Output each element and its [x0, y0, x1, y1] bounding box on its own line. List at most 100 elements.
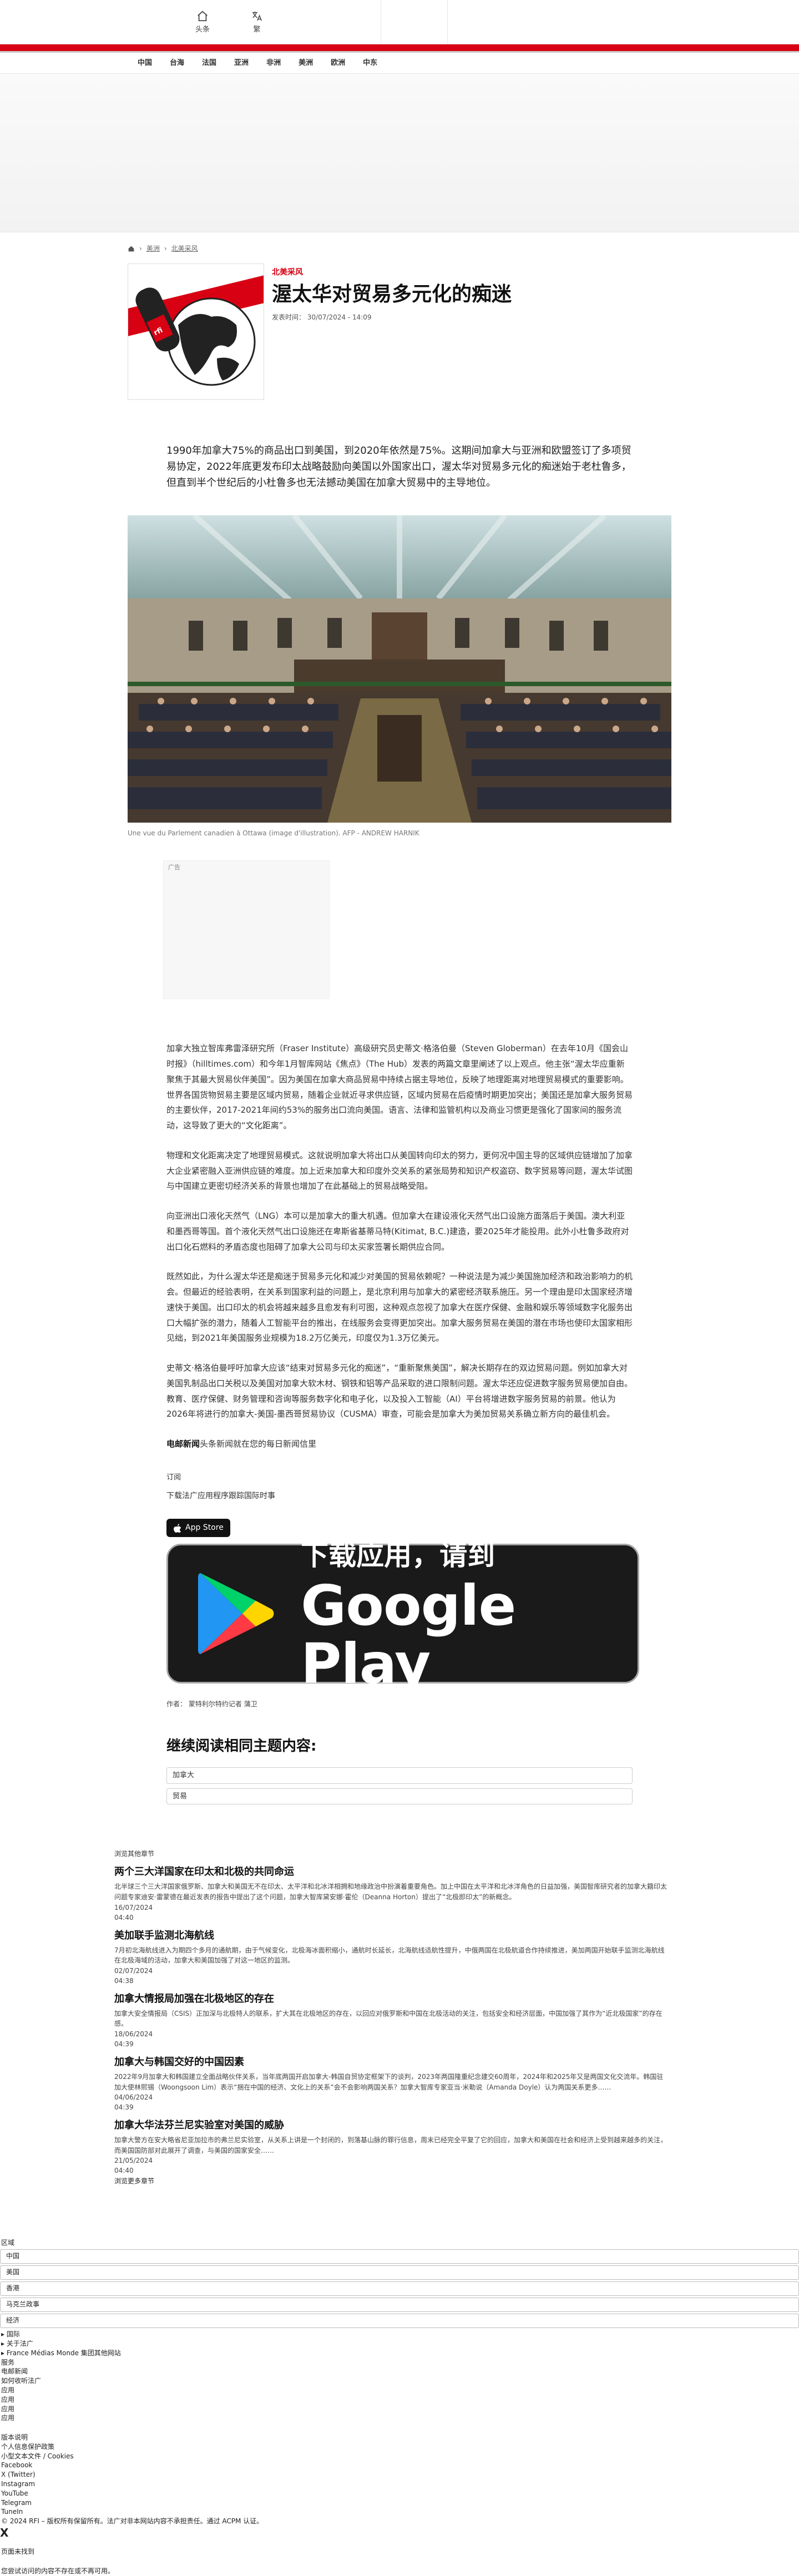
breadcrumb-link[interactable]: 北美采风	[171, 244, 198, 253]
footer-region-link[interactable]: 马克兰政事	[0, 2298, 799, 2313]
list-item-summary: 加拿大安全情报局（CSIS）正加深与北极特人的联系，扩大其在北极地区的存在，以回…	[114, 2009, 663, 2028]
top-ad-banner	[0, 74, 799, 232]
section-nav-item[interactable]: 亚洲	[225, 58, 257, 69]
ad-label: 广告	[168, 864, 180, 871]
footer-social-instagram[interactable]: Instagram	[0, 2479, 799, 2489]
more-heading: 浏览其他章节	[114, 1850, 155, 1858]
footer-social-telegram[interactable]: Telegram	[0, 2498, 799, 2508]
apple-icon	[174, 1523, 181, 1533]
article-figure: Une vue du Parlement canadien à Ottawa (…	[128, 515, 671, 838]
list-item-title[interactable]: 加拿大与韩国交好的中国因素	[114, 2055, 669, 2070]
list-item-time: 04:40	[114, 1913, 134, 1921]
list-item[interactable]: 加拿大情报局加强在北极地区的存在 加拿大安全情报局（CSIS）正加深与北极特人的…	[114, 1991, 669, 2049]
more-episodes-link[interactable]: 浏览更多章节	[114, 2177, 154, 2185]
breadcrumb: › 美洲 › 北美采风	[128, 232, 671, 253]
close-icon[interactable]: X	[0, 2526, 799, 2539]
footer-link[interactable]: 服务	[0, 2358, 799, 2367]
nav-traditional-label: 繁	[253, 26, 261, 34]
section-nav-item[interactable]: 法国	[193, 58, 225, 69]
topic-tags: 加拿大 贸易	[166, 1767, 633, 1805]
related-heading: 继续阅读相同主题内容:	[166, 1738, 317, 1755]
paragraph: 既然如此，为什么渥太华还是痴迷于贸易多元化和减少对美国的贸易依赖呢？一种说法是为…	[166, 1271, 633, 1343]
list-item-summary: 北半球三个三大洋国家俄罗斯、加拿大和美国无不在印太、太平洋和北冰洋相拥和地缘政治…	[114, 1883, 667, 1901]
inline-ad[interactable]: 广告	[163, 860, 330, 1000]
footer-link[interactable]: ▸ 国际	[0, 2330, 799, 2339]
footer-link[interactable]: ▸ France Médias Monde 集团其他网站	[0, 2349, 799, 2358]
footer-link[interactable]: 应用	[0, 2386, 799, 2395]
footer-social-youtube[interactable]: YouTube	[0, 2489, 799, 2498]
app-store-button[interactable]: App Store	[166, 1519, 230, 1538]
article-kicker[interactable]: 北美采风	[272, 267, 512, 278]
list-item-title[interactable]: 加拿大华法芬兰尼实验室对美国的威胁	[114, 2118, 669, 2133]
list-item[interactable]: 美加联手监测北海航线 7月初北海航线进入为期四个多月的通航期，由于气候变化，北极…	[114, 1928, 669, 1986]
footer-spacer	[0, 2557, 799, 2567]
nav-home-label: 头条	[195, 26, 210, 34]
newsletter-text: 头条新闻就在您的每日新闻信里	[200, 1439, 317, 1449]
list-item-time: 04:39	[114, 2040, 134, 2048]
section-nav-item[interactable]: 非洲	[257, 58, 290, 69]
translate-icon	[252, 11, 262, 21]
footer-region-link[interactable]: 经济	[0, 2314, 799, 2329]
section-nav-item[interactable]: 欧洲	[322, 58, 354, 69]
list-item-title[interactable]: 两个三大洋国家在印太和北极的共同命运	[114, 1864, 669, 1879]
footer-legal[interactable]: 个人信息保护政策	[0, 2442, 799, 2452]
photo-caption: Une vue du Parlement canadien à Ottawa (…	[128, 829, 419, 838]
nav-home[interactable]: 头条	[189, 10, 216, 36]
home-icon[interactable]	[128, 245, 135, 252]
footer-region-link[interactable]: 香港	[0, 2281, 799, 2296]
section-nav-item[interactable]: 台海	[161, 58, 193, 69]
footer-link[interactable]: 应用	[0, 2405, 799, 2414]
nav-traditional[interactable]: 繁	[243, 10, 271, 36]
section-nav-item[interactable]: 中国	[129, 58, 161, 69]
article-body: 加拿大独立智库弗雷泽研究所（Fraser Institute）高级研究员史蒂文·…	[166, 1041, 639, 1805]
copyright: © 2024 RFI – 版权所有保留所有。法广对非本网站内容不承担责任。通过 …	[1, 2517, 264, 2526]
list-item-summary: 加拿大警方在安大略省尼亚加拉市的弗兰尼实验室，从关系上讲是一个封闭的，到落基山脉…	[114, 2136, 667, 2154]
footer-link[interactable]: 电邮新闻	[0, 2367, 799, 2376]
list-item-summary: 7月初北海航线进入为期四个多月的通航期，由于气候变化，北极海冰面积缩小，通航时长…	[114, 1946, 665, 1965]
footer-region-link[interactable]: 美国	[0, 2265, 799, 2280]
list-item[interactable]: 两个三大洋国家在印太和北极的共同命运 北半球三个三大洋国家俄罗斯、加拿大和美国无…	[114, 1864, 669, 1922]
brand-bar	[0, 44, 799, 51]
subscribe-button[interactable]: 订阅	[166, 1472, 633, 1483]
list-item[interactable]: 加拿大华法芬兰尼实验室对美国的威胁 加拿大警方在安大略省尼亚加拉市的弗兰尼实验室…	[114, 2118, 669, 2176]
section-nav-item[interactable]: 美洲	[290, 58, 322, 69]
download-app-text: 下载法广应用程序跟踪国际时事	[166, 1492, 275, 1501]
list-item-time: 04:38	[114, 1976, 134, 1985]
footer-link[interactable]: 如何收听法广	[0, 2376, 799, 2386]
list-item[interactable]: 加拿大与韩国交好的中国因素 2022年9月加拿大和韩国建立全面战略伙伴关系，当年…	[114, 2055, 669, 2112]
footer-region-link[interactable]: 中国	[0, 2249, 799, 2264]
footer-link[interactable]: 应用	[0, 2413, 799, 2423]
google-play-icon	[198, 1573, 274, 1655]
footer-region-label: 区域	[1, 2239, 15, 2247]
list-item-date: 18/06/2024	[114, 2030, 153, 2038]
footer-spacer	[0, 2539, 799, 2547]
list-item-date: 02/07/2024	[114, 1966, 153, 1975]
footer-social-x[interactable]: X (Twitter)	[0, 2470, 799, 2479]
footer-spacer	[0, 2423, 799, 2433]
paragraph: 物理和文化距离决定了地理贸易模式。这就说明加拿大将出口从美国转向印太的努力，更何…	[166, 1150, 633, 1191]
footer-link[interactable]: ▸ 关于法广	[0, 2339, 799, 2349]
breadcrumb-link[interactable]: 美洲	[146, 244, 160, 253]
google-play-banner[interactable]: 下载应用，请到 Google Play	[166, 1539, 639, 1693]
paragraph: 加拿大独立智库弗雷泽研究所（Fraser Institute）高级研究员史蒂文·…	[166, 1043, 633, 1131]
more-episodes: 浏览其他章节 两个三大洋国家在印太和北极的共同命运 北半球三个三大洋国家俄罗斯、…	[114, 1849, 669, 2187]
publish-date: 发表时间： 30/07/2024 - 14:09	[272, 313, 372, 321]
article-main: › 美洲 › 北美采风 rfi 北美采风 渥太华对贸易多元化的痴迷 发表时间： …	[128, 232, 671, 1805]
footer-social-tunein[interactable]: TuneIn	[0, 2507, 799, 2517]
google-play-line2: Google Play	[301, 1573, 516, 1696]
list-item-time: 04:39	[114, 2103, 134, 2112]
list-item-date: 04/06/2024	[114, 2093, 153, 2102]
list-item-summary: 2022年9月加拿大和韩国建立全面战略伙伴关系，当年底两国开启加拿大-韩国自贸协…	[114, 2072, 664, 2091]
footer-legal[interactable]: 版本说明	[0, 2433, 799, 2442]
section-nav-item[interactable]: 中东	[354, 58, 386, 69]
list-item-title[interactable]: 美加联手监测北海航线	[114, 1928, 669, 1943]
footer-legal[interactable]: 小型文本文件 / Cookies	[0, 2452, 799, 2461]
list-item-date: 16/07/2024	[114, 1903, 153, 1911]
list-item-title[interactable]: 加拿大情报局加强在北极地区的存在	[114, 1991, 669, 2006]
house-icon	[198, 11, 208, 22]
footer-link[interactable]: 应用	[0, 2395, 799, 2405]
footer-social-facebook[interactable]: Facebook	[0, 2461, 799, 2470]
topic-tag[interactable]: 加拿大	[166, 1767, 633, 1784]
breadcrumb-sep: ›	[164, 245, 167, 252]
topic-tag[interactable]: 贸易	[166, 1788, 633, 1805]
